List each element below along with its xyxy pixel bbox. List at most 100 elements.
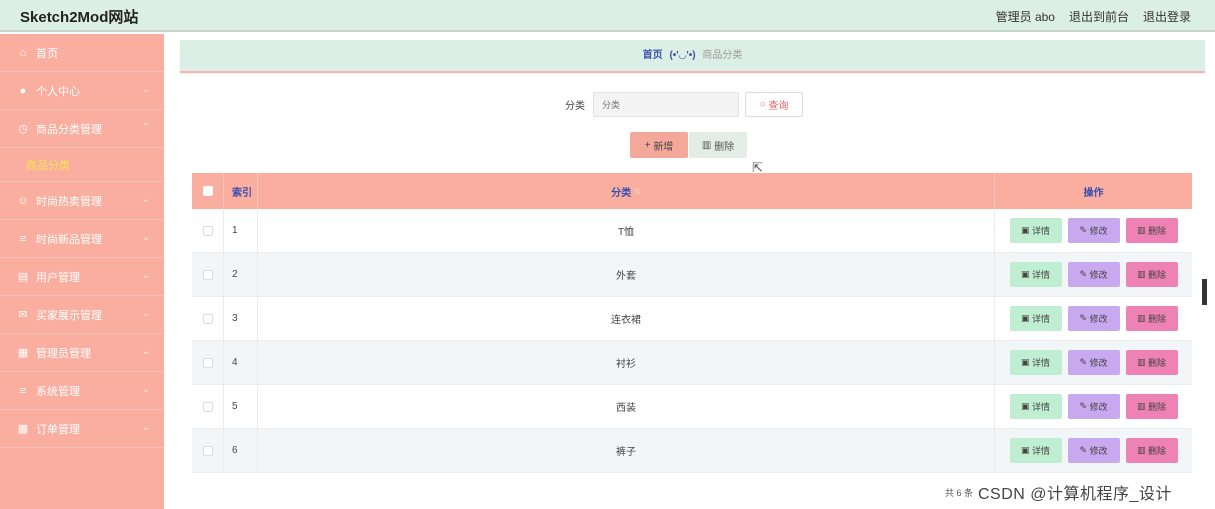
top-navbar: Sketch2Mod网站 管理员 abo 退出到前台 退出登录	[0, 0, 1215, 32]
table-row: 6 裤子 ▣ 详情 ✎ 修改 ▥ 删除	[192, 429, 1192, 473]
sidebar-item-label: 用户管理	[36, 271, 80, 284]
search-button[interactable]: ○ 查询	[745, 92, 803, 117]
detail-button[interactable]: ▣ 详情	[1009, 350, 1062, 375]
chevron-down-icon: ⌄	[141, 194, 150, 205]
delete-button[interactable]: ▥ 删除	[1125, 262, 1178, 287]
delete-button[interactable]: ▥ 删除	[1125, 218, 1178, 243]
header-category[interactable]: 分类 ⇅	[258, 173, 995, 209]
trash-icon: ▥	[1136, 445, 1148, 455]
sidebar-item-home[interactable]: ⌂ 首页	[0, 34, 164, 72]
edit-button[interactable]: ✎ 修改	[1067, 218, 1120, 243]
row-check-cell	[192, 253, 224, 296]
admin-user-label: 管理员 abo	[995, 10, 1055, 24]
row-check-cell	[192, 209, 224, 252]
row-category: 外套	[258, 253, 995, 296]
edit-button[interactable]: ✎ 修改	[1067, 306, 1120, 331]
sidebar-item-label: 买家展示管理	[36, 309, 102, 322]
breadcrumb-home[interactable]: 首页	[643, 50, 663, 61]
detail-button-label: 详情	[1032, 226, 1051, 236]
sort-icon[interactable]: ⇅	[634, 187, 641, 196]
search-input[interactable]	[593, 92, 739, 117]
row-category: 西装	[258, 385, 995, 428]
row-index: 1	[224, 209, 258, 252]
edit-button[interactable]: ✎ 修改	[1067, 438, 1120, 463]
detail-icon: ▣	[1020, 225, 1032, 235]
mail-icon: ✉	[18, 309, 28, 321]
row-check-cell	[192, 297, 224, 340]
user-icon: ●	[19, 84, 27, 97]
row-category: 连衣裙	[258, 297, 995, 340]
edit-button-label: 修改	[1089, 314, 1108, 324]
sidebar-item-system-management[interactable]: ≡ 系统管理 ⌄	[0, 372, 164, 410]
bulk-delete-button[interactable]: ▥ 删除	[689, 132, 747, 158]
sidebar-item-admin-management[interactable]: ▦ 管理员管理 ⌄	[0, 334, 164, 372]
chevron-down-icon: ⌄	[141, 84, 150, 95]
clock-icon: ◷	[18, 123, 28, 135]
row-actions: ▣ 详情 ✎ 修改 ▥ 删除	[995, 429, 1192, 472]
delete-button[interactable]: ▥ 删除	[1125, 350, 1178, 375]
exit-to-front-link[interactable]: 退出到前台	[1069, 8, 1129, 25]
sidebar-item-buyer-showcase[interactable]: ✉ 买家展示管理 ⌄	[0, 296, 164, 334]
row-actions: ▣ 详情 ✎ 修改 ▥ 删除	[995, 385, 1192, 428]
row-checkbox[interactable]	[202, 445, 213, 456]
row-checkbox[interactable]	[202, 401, 213, 412]
sidebar-item-user-management[interactable]: ▤ 用户管理 ⌄	[0, 258, 164, 296]
row-index: 2	[224, 253, 258, 296]
sidebar-item-hot-sale[interactable]: ☺ 时尚热卖管理 ⌄	[0, 182, 164, 220]
edit-button-label: 修改	[1089, 402, 1108, 412]
edit-button[interactable]: ✎ 修改	[1067, 350, 1120, 375]
edit-button[interactable]: ✎ 修改	[1067, 394, 1120, 419]
row-category: T恤	[258, 209, 995, 252]
category-table: 索引 分类 ⇅ 操作 1 T恤 ▣ 详情 ✎ 修改 ▥ 删除 2 外套 ▣ 详情 …	[192, 173, 1192, 473]
table-row: 1 T恤 ▣ 详情 ✎ 修改 ▥ 删除	[192, 209, 1192, 253]
detail-button-label: 详情	[1032, 270, 1051, 280]
detail-button[interactable]: ▣ 详情	[1009, 262, 1062, 287]
table-header: 索引 分类 ⇅ 操作	[192, 173, 1192, 209]
sidebar-item-new-products[interactable]: ≡ 时尚新品管理 ⌄	[0, 220, 164, 258]
detail-button-label: 详情	[1032, 446, 1051, 456]
sidebar-item-personal-center[interactable]: ● 个人中心 ⌄	[0, 72, 164, 110]
chevron-down-icon: ⌄	[141, 232, 150, 243]
row-index: 5	[224, 385, 258, 428]
delete-button[interactable]: ▥ 删除	[1125, 394, 1178, 419]
table-row: 3 连衣裙 ▣ 详情 ✎ 修改 ▥ 删除	[192, 297, 1192, 341]
row-actions: ▣ 详情 ✎ 修改 ▥ 删除	[995, 253, 1192, 296]
row-actions: ▣ 详情 ✎ 修改 ▥ 删除	[995, 297, 1192, 340]
detail-button[interactable]: ▣ 详情	[1009, 218, 1062, 243]
row-checkbox[interactable]	[202, 313, 213, 324]
sidebar-item-label: 时尚新品管理	[36, 233, 102, 246]
select-all-checkbox[interactable]	[202, 186, 213, 196]
document-icon: ▤	[17, 271, 29, 283]
add-button[interactable]: + 新增	[630, 132, 688, 158]
detail-button[interactable]: ▣ 详情	[1009, 438, 1062, 463]
detail-button-label: 详情	[1032, 314, 1051, 324]
detail-icon: ▣	[1020, 445, 1032, 455]
edit-icon: ✎	[1079, 357, 1090, 367]
delete-button[interactable]: ▥ 删除	[1125, 438, 1178, 463]
delete-button-label: 删除	[1148, 314, 1167, 324]
row-checkbox[interactable]	[202, 225, 213, 236]
delete-button[interactable]: ▥ 删除	[1125, 306, 1178, 331]
logout-link[interactable]: 退出登录	[1143, 8, 1191, 25]
trash-icon: ▥	[1136, 225, 1148, 235]
chevron-down-icon: ⌄	[141, 308, 150, 319]
row-index: 6	[224, 429, 258, 472]
row-checkbox[interactable]	[202, 357, 213, 368]
table-row: 2 外套 ▣ 详情 ✎ 修改 ▥ 删除	[192, 253, 1192, 297]
sidebar-subitem-category[interactable]: 商品分类	[0, 148, 164, 182]
row-check-cell	[192, 385, 224, 428]
edit-button[interactable]: ✎ 修改	[1067, 262, 1120, 287]
detail-button[interactable]: ▣ 详情	[1009, 306, 1062, 331]
trash-icon: ▥	[1136, 357, 1148, 367]
detail-button[interactable]: ▣ 详情	[1009, 394, 1062, 419]
sidebar-item-category-management[interactable]: ◷ 商品分类管理 ⌃	[0, 110, 164, 148]
row-checkbox[interactable]	[202, 269, 213, 280]
delete-button-label: 删除	[1148, 358, 1167, 368]
menu-icon: ≡	[19, 232, 27, 245]
home-icon: ⌂	[19, 46, 27, 59]
sidebar-item-order-management[interactable]: ▩ 订单管理 ⌄	[0, 410, 164, 448]
edit-button-label: 修改	[1089, 446, 1108, 456]
detail-icon: ▣	[1020, 357, 1032, 367]
chevron-down-icon: ⌄	[141, 422, 150, 433]
scrollbar-handle[interactable]	[1202, 279, 1207, 305]
